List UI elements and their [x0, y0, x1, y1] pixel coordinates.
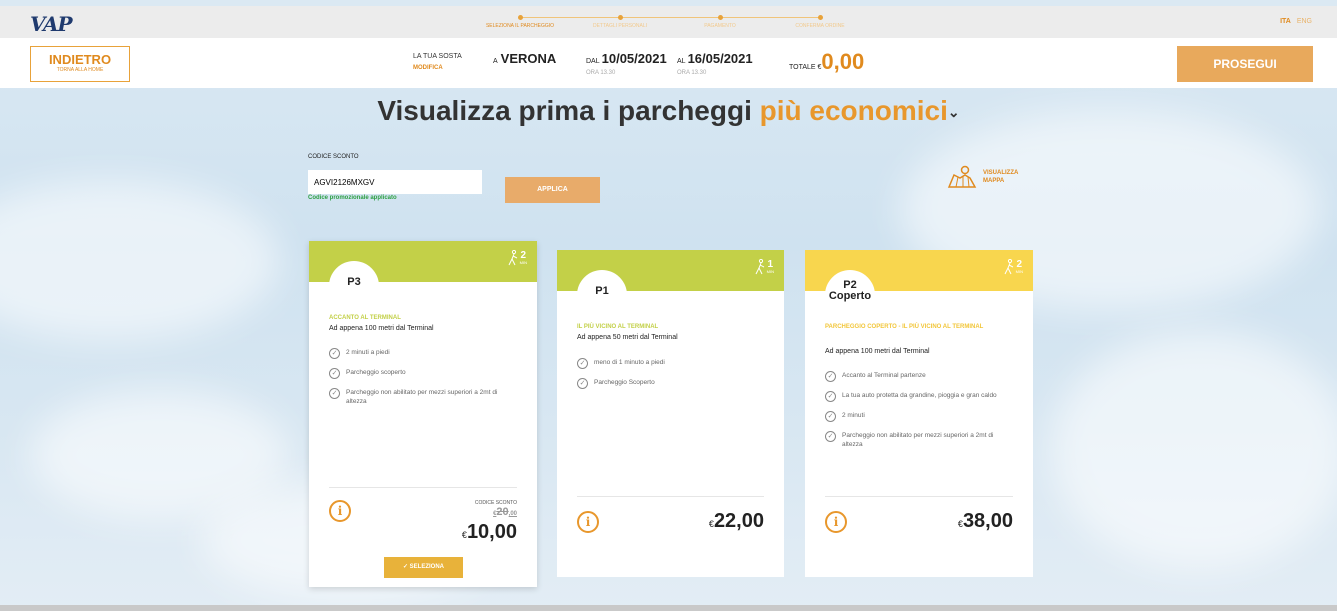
discount-code-input[interactable]: [308, 170, 482, 194]
logo[interactable]: VAP: [30, 12, 73, 36]
horizontal-scrollbar[interactable]: [0, 605, 1337, 611]
feature-list: ✓ 2 minuti a piedi ✓ Parcheggio scoperto ✓…: [329, 348, 514, 415]
check-icon: ✓: [577, 358, 588, 369]
check-icon: ✓: [825, 411, 836, 422]
walking-time: 1 MIN: [753, 259, 774, 275]
card-desc: Ad appena 100 metri dal Terminal: [329, 325, 434, 332]
page-title: Visualizza prima i parcheggi più economi…: [377, 95, 960, 126]
parking-name: P2 Coperto: [825, 270, 875, 320]
feature-list: ✓ Accanto al Terminal partenze ✓ La tua au…: [825, 371, 1010, 458]
check-icon: ✓: [329, 368, 340, 379]
date-from: DAL 10/05/2021 ORA 13.30: [586, 51, 667, 76]
discount-status: Codice promozionale applicato: [308, 195, 397, 201]
lang-eng[interactable]: ENG: [1297, 18, 1312, 25]
step-select-parking: SELEZIONA IL PARCHEGGIO: [470, 10, 570, 29]
info-icon[interactable]: i: [577, 511, 599, 533]
feature-item: ✓ meno di 1 minuto a piedi: [577, 358, 762, 369]
feature-item: ✓ Parcheggio non abilitato per mezzi supe…: [825, 431, 1010, 449]
parking-card-p3[interactable]: P3 2 MIN ACCANTO AL TERMINAL Ad appena 10…: [309, 241, 537, 587]
price: €22,00: [708, 510, 764, 532]
continue-button[interactable]: PROSEGUI: [1177, 46, 1313, 82]
card-desc: Ad appena 50 metri dal Terminal: [577, 334, 678, 341]
card-desc: Ad appena 100 metri dal Terminal: [825, 348, 930, 355]
total-price: TOTALE €0,00: [789, 49, 865, 74]
walking-person-icon: [755, 259, 764, 275]
feature-item: ✓ Parcheggio non abilitato per mezzi supe…: [329, 388, 514, 406]
price: €10,00: [461, 521, 517, 543]
old-price: €20,00: [493, 506, 517, 518]
feature-item: ✓ Accanto al Terminal partenze: [825, 371, 1010, 382]
price: €38,00: [957, 510, 1013, 532]
check-icon: ✓: [825, 371, 836, 382]
apply-button[interactable]: APPLICA: [505, 177, 600, 203]
lang-ita[interactable]: ITA: [1280, 18, 1291, 25]
discount-code-info: CODICE SCONTO €20,00: [474, 500, 517, 518]
booking-header: INDIETRO TORNA ALLA HOME LA TUA SOSTA MO…: [0, 38, 1337, 88]
info-icon[interactable]: i: [825, 511, 847, 533]
feature-item: ✓ 2 minuti a piedi: [329, 348, 514, 359]
check-icon: ✓: [825, 431, 836, 442]
modify-link[interactable]: MODIFICA: [413, 65, 462, 71]
top-bar: VAP SELEZIONA IL PARCHEGGIO DETTAGLI PER…: [0, 6, 1337, 38]
language-switch: ITA ENG: [1280, 18, 1312, 25]
divider: [329, 487, 517, 488]
check-icon: ✓: [329, 388, 340, 399]
map-icon: [947, 165, 977, 188]
chevron-down-icon[interactable]: ⌄: [948, 104, 960, 120]
feature-item: ✓ Parcheggio Scoperto: [577, 378, 762, 389]
parking-name: P1: [577, 270, 627, 320]
divider: [825, 496, 1013, 497]
view-map-button[interactable]: VISUALIZZA MAPPA: [947, 165, 1018, 189]
back-button[interactable]: INDIETRO TORNA ALLA HOME: [30, 46, 130, 82]
walking-person-icon: [1004, 259, 1013, 275]
feature-list: ✓ meno di 1 minuto a piedi ✓ Parcheggio Sc…: [577, 358, 762, 398]
walking-time: 2 MIN: [1002, 259, 1023, 275]
step-personal-details: DETTAGLI PERSONALI: [570, 10, 670, 29]
divider: [577, 496, 764, 497]
date-to: AL 16/05/2021 ORA 13.30: [677, 51, 753, 76]
parking-card-p2-coperto[interactable]: P2 Coperto 2 MIN PARCHEGGIO COPERTO - IL P…: [805, 250, 1033, 577]
info-icon[interactable]: i: [329, 500, 351, 522]
parking-name: P3: [329, 261, 379, 311]
feature-item: ✓ Parcheggio scoperto: [329, 368, 514, 379]
city: A VERONA: [493, 51, 557, 66]
walking-person-icon: [508, 250, 517, 266]
feature-item: ✓ 2 minuti: [825, 411, 1010, 422]
card-subtitle: IL PIÙ VICINO AL TERMINAL: [577, 324, 659, 330]
discount-label: CODICE SCONTO: [308, 154, 359, 160]
card-subtitle: PARCHEGGIO COPERTO - IL PIÙ VICINO AL TE…: [825, 324, 984, 330]
progress-steps: SELEZIONA IL PARCHEGGIO DETTAGLI PERSONA…: [480, 10, 860, 34]
step-payment: PAGAMENTO: [670, 10, 770, 29]
select-button[interactable]: ✓ SELEZIONA: [384, 557, 463, 578]
check-icon: ✓: [577, 378, 588, 389]
feature-item: ✓ La tua auto protetta da grandine, piogg…: [825, 391, 1010, 402]
card-subtitle: ACCANTO AL TERMINAL: [329, 315, 401, 321]
check-icon: ✓: [329, 348, 340, 359]
check-icon: ✓: [825, 391, 836, 402]
step-confirm-order: CONFERMA ORDINE: [770, 10, 870, 29]
walking-time: 2 MIN: [506, 250, 527, 266]
stay-summary: LA TUA SOSTA MODIFICA: [413, 53, 462, 71]
parking-card-p1[interactable]: P1 1 MIN IL PIÙ VICINO AL TERMINAL Ad app…: [557, 250, 784, 577]
